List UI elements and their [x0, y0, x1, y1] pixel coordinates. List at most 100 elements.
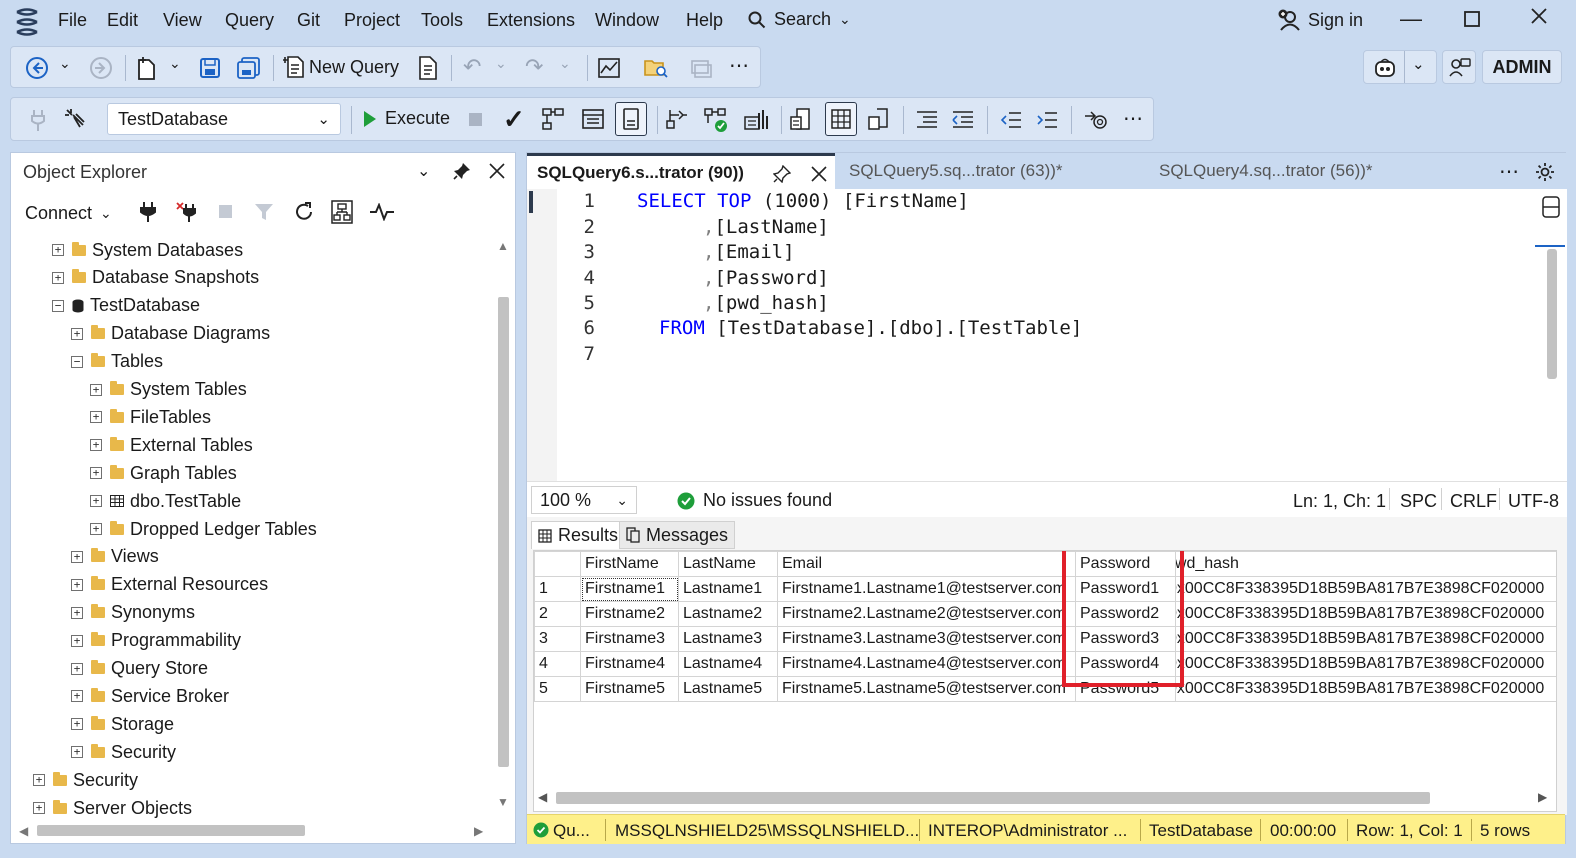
pin-icon[interactable] — [453, 162, 471, 180]
expand-icon[interactable]: + — [90, 523, 102, 535]
tree-item[interactable]: − Tables — [71, 349, 163, 375]
specify-values-icon[interactable] — [1083, 108, 1109, 132]
tree-item[interactable]: − TestDatabase — [52, 293, 200, 319]
code-editor[interactable]: 1 2 3 4 5 6 7 SELECT TOP (1000) [FirstNa… — [527, 189, 1567, 481]
forward-icon[interactable] — [89, 56, 113, 80]
table-cell[interactable]: Firstname2 — [580, 601, 679, 627]
connect-button[interactable]: Connect ⌄ — [25, 203, 112, 224]
menu-help[interactable]: Help — [686, 10, 723, 31]
database-selector[interactable]: TestDatabase ⌄ — [107, 103, 341, 135]
pin-icon[interactable] — [773, 165, 791, 183]
collapse-icon[interactable]: − — [52, 299, 64, 312]
menu-tools[interactable]: Tools — [421, 10, 463, 31]
expand-icon[interactable]: + — [52, 244, 64, 256]
expand-icon[interactable]: + — [33, 802, 45, 814]
editor-scrollbar-thumb[interactable] — [1547, 249, 1557, 379]
expand-icon[interactable]: + — [71, 690, 83, 703]
table-row[interactable]: 3 Firstname3 Lastname3 Firstname3.Lastna… — [534, 626, 1556, 652]
more-toolbar-icon[interactable]: ⋯ — [1123, 106, 1143, 131]
table-cell[interactable]: Firstname4.Lastname4@testserver.com — [777, 651, 1076, 677]
activity-pulse-icon[interactable] — [369, 203, 395, 221]
panel-options-icon[interactable]: ⌄ — [417, 161, 430, 181]
table-cell[interactable]: 0x00CC8F338395D18B59BA817B7E3898CF020000 — [1175, 676, 1556, 702]
decrease-indent-icon[interactable] — [999, 108, 1023, 132]
table-cell[interactable]: Lastname4 — [678, 651, 778, 677]
tab-sqlquery4[interactable]: SQLQuery4.sq...trator (56))* — [1155, 153, 1485, 189]
query-file-icon[interactable] — [417, 55, 439, 81]
tree-item[interactable]: + Synonyms — [71, 600, 195, 626]
expand-icon[interactable]: + — [90, 439, 102, 452]
row-number[interactable]: 1 — [534, 576, 581, 602]
include-plan-icon[interactable] — [665, 107, 689, 133]
hscrollbar-thumb[interactable] — [37, 825, 305, 836]
parse-checkmark-icon[interactable]: ✓ — [503, 104, 525, 135]
scroll-right-icon[interactable]: ▶ — [474, 824, 483, 838]
table-row[interactable]: 4 Firstname4 Lastname4 Firstname4.Lastna… — [534, 651, 1556, 677]
tree-item[interactable]: + System Databases — [52, 237, 243, 263]
new-file-icon[interactable] — [135, 55, 157, 81]
tree-item[interactable]: + Database Snapshots — [52, 265, 259, 291]
expand-icon[interactable]: + — [71, 662, 83, 675]
tree-item[interactable]: + Storage — [71, 711, 174, 737]
tree-item[interactable]: + Dropped Ledger Tables — [90, 516, 317, 542]
menu-extensions[interactable]: Extensions — [487, 10, 575, 31]
grid-hscroll-thumb[interactable] — [556, 792, 1430, 804]
expand-icon[interactable]: + — [90, 411, 102, 424]
expand-icon[interactable]: + — [71, 746, 83, 759]
tab-results[interactable]: Results — [531, 521, 626, 549]
query-options-icon[interactable] — [581, 107, 605, 133]
scrollbar-thumb[interactable] — [498, 297, 509, 767]
new-query-button[interactable]: New Query — [283, 55, 399, 79]
row-number[interactable]: 2 — [534, 601, 581, 627]
filter-icon[interactable] — [254, 202, 274, 222]
gear-icon[interactable] — [1535, 162, 1555, 182]
table-cell[interactable]: Firstname2.Lastname2@testserver.com — [777, 601, 1076, 627]
connect-plug-icon[interactable] — [139, 201, 157, 223]
tree-item[interactable]: + Query Store — [71, 656, 208, 682]
tree-horizontal-scrollbar[interactable]: ◀ ▶ — [19, 821, 489, 841]
tree-item[interactable]: + Graph Tables — [90, 460, 237, 486]
table-cell[interactable]: Firstname5.Lastname5@testserver.com — [777, 676, 1076, 702]
results-to-file-icon[interactable] — [867, 107, 891, 133]
tree-item[interactable]: + Views — [71, 544, 159, 570]
redo-dropdown-icon[interactable]: ⌄ — [559, 55, 571, 72]
execute-button[interactable]: Execute — [363, 108, 450, 129]
client-stats-icon[interactable] — [743, 107, 769, 133]
increase-indent-icon[interactable] — [1035, 108, 1059, 132]
scroll-left-icon[interactable]: ◀ — [538, 790, 547, 804]
grid-horizontal-scrollbar[interactable]: ◀ ▶ — [534, 787, 1556, 809]
table-cell[interactable]: Lastname3 — [678, 626, 778, 652]
table-cell[interactable]: Lastname2 — [678, 601, 778, 627]
menu-edit[interactable]: Edit — [107, 10, 138, 31]
tree-item[interactable]: + Server Objects — [33, 795, 192, 821]
tree-item[interactable]: + External Tables — [90, 432, 253, 458]
admin-badge[interactable]: ADMIN — [1482, 50, 1562, 84]
tree-vertical-scrollbar[interactable]: ▲ ▼ — [494, 239, 514, 817]
collapse-icon[interactable]: − — [71, 355, 83, 368]
table-cell[interactable]: 0x00CC8F338395D18B59BA817B7E3898CF020000 — [1175, 601, 1556, 627]
expand-icon[interactable]: + — [71, 550, 83, 563]
copilot-dropdown-icon[interactable]: ⌄ — [1412, 55, 1425, 73]
disabled-window-icon[interactable] — [689, 56, 713, 80]
expand-icon[interactable]: + — [71, 327, 83, 340]
comment-icon[interactable] — [915, 108, 939, 132]
scroll-up-icon[interactable]: ▲ — [497, 239, 509, 253]
expand-icon[interactable]: + — [90, 495, 102, 508]
scroll-down-icon[interactable]: ▼ — [497, 795, 509, 809]
back-dropdown-icon[interactable]: ⌄ — [59, 55, 71, 72]
column-header[interactable]: pwd_hash — [1175, 551, 1556, 577]
ssms-logo-icon[interactable] — [14, 8, 40, 36]
undo-icon[interactable]: ↶ — [463, 54, 481, 80]
table-row[interactable]: 5 Firstname5 Lastname5 Firstname5.Lastna… — [534, 676, 1556, 702]
tree-item[interactable]: + Security — [33, 767, 138, 793]
uncomment-icon[interactable] — [951, 108, 975, 132]
table-row[interactable]: 1 Firstname1 Lastname1 Firstname1.Lastna… — [534, 576, 1556, 602]
results-to-grid-toggle[interactable] — [615, 102, 647, 136]
tab-messages[interactable]: Messages — [619, 521, 736, 549]
connect-plug-icon[interactable] — [29, 108, 47, 132]
minimize-icon[interactable]: — — [1400, 6, 1422, 32]
tree-item[interactable]: + External Resources — [71, 572, 268, 598]
tree-item[interactable]: + FileTables — [90, 404, 211, 430]
tab-sqlquery6[interactable]: SQLQuery6.s...trator (90)) — [527, 153, 835, 189]
menu-project[interactable]: Project — [344, 10, 400, 31]
